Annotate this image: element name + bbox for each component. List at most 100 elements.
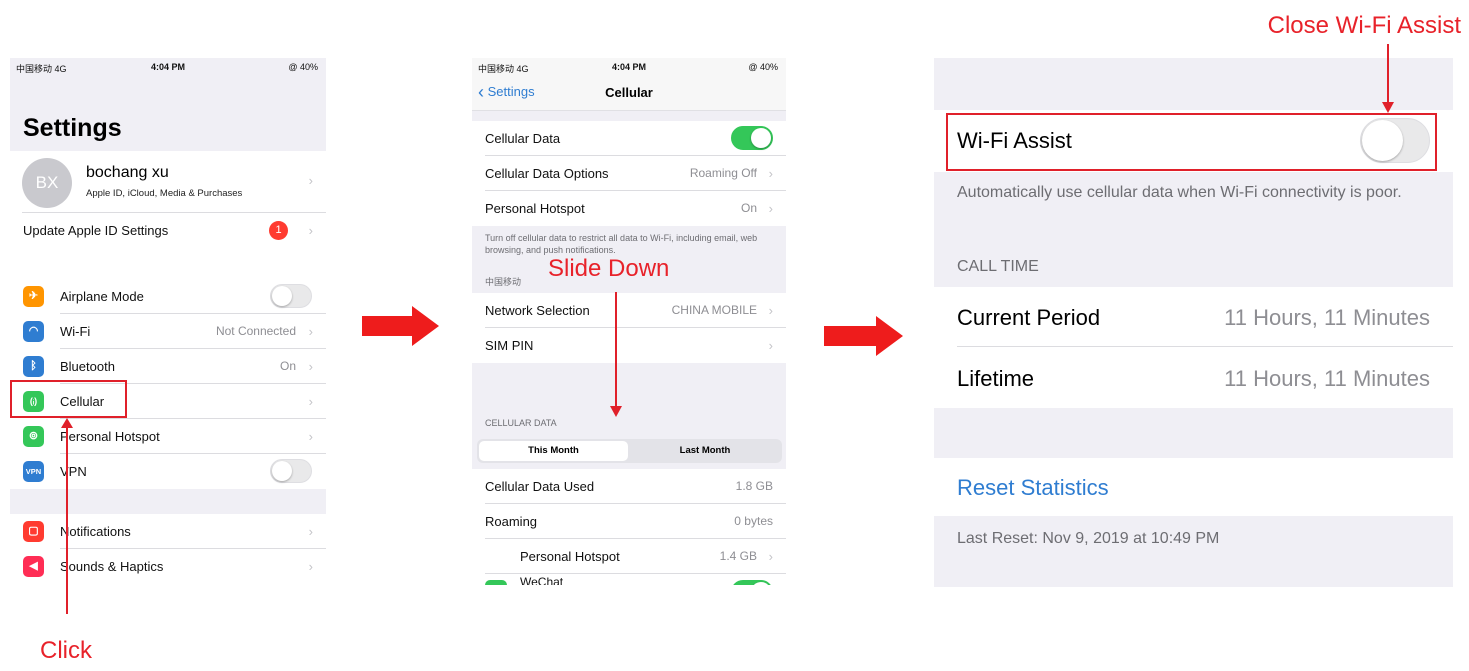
avatar: BX	[22, 158, 72, 208]
chevron-right-icon: ›	[308, 524, 313, 539]
wifi-value: Not Connected	[215, 324, 296, 338]
cellular-data-options-value: Roaming Off	[689, 166, 757, 180]
network-selection-row[interactable]: Network Selection CHINA MOBILE ›	[472, 293, 786, 328]
notifications-icon: ▢	[23, 521, 44, 542]
sidebar-item-notifications[interactable]: ▢ Notifications ›	[10, 514, 326, 549]
notifications-group: ▢ Notifications › ◀ Sounds & Haptics ›	[10, 514, 326, 585]
personal-hotspot-label: Personal Hotspot	[60, 429, 160, 444]
period-segmented-control[interactable]: This Month Last Month	[477, 439, 782, 463]
lifetime-label: Lifetime	[957, 366, 1035, 391]
wechat-row[interactable]: WeChat	[472, 574, 786, 585]
cellular-data-used-value: 1.8 GB	[735, 479, 773, 493]
chevron-right-icon: ›	[768, 166, 773, 181]
page-title: Cellular	[605, 85, 653, 100]
lifetime-row: Lifetime 11 Hours, 11 Minutes	[934, 347, 1453, 408]
chevron-right-icon: ›	[308, 429, 313, 444]
click-arrow	[66, 424, 68, 614]
arrow-right-icon	[876, 316, 903, 356]
roaming-row: Roaming 0 bytes	[472, 504, 786, 539]
segment-last-month[interactable]: Last Month	[630, 441, 780, 461]
network-selection-label: Network Selection	[485, 303, 590, 318]
reset-statistics-button[interactable]: Reset Statistics	[957, 475, 1109, 501]
chevron-right-icon: ›	[308, 559, 313, 574]
chevron-right-icon: ›	[308, 359, 313, 374]
sounds-label: Sounds & Haptics	[60, 559, 164, 574]
arrow-up-icon	[61, 418, 73, 428]
profile-row[interactable]: BX bochang xu Apple ID, iCloud, Media & …	[10, 151, 326, 213]
status-bar: 中国移动 4G 4:04 PM @ 40%	[472, 58, 786, 76]
cellular-data-group: Cellular Data Cellular Data Options Roam…	[472, 121, 786, 226]
page-title: Settings	[23, 114, 122, 142]
airplane-mode-toggle[interactable]	[270, 284, 312, 308]
arrow-right-icon	[824, 326, 878, 346]
lifetime-value: 11 Hours, 11 Minutes	[1224, 366, 1430, 391]
time-label: 4:04 PM	[150, 62, 185, 72]
sidebar-item-bluetooth[interactable]: ᛒ Bluetooth On ›	[10, 349, 326, 384]
arrow-right-icon	[362, 316, 414, 336]
chevron-right-icon: ›	[768, 549, 773, 564]
segment-this-month[interactable]: This Month	[479, 441, 628, 461]
update-apple-id-row[interactable]: Update Apple ID Settings 1 ›	[10, 213, 326, 248]
update-apple-id-label: Update Apple ID Settings	[23, 223, 169, 238]
usage-group: Cellular Data Used 1.8 GB Roaming 0 byte…	[472, 469, 786, 585]
cellular-data-used-row: Cellular Data Used 1.8 GB	[472, 469, 786, 504]
cellular-data-options-label: Cellular Data Options	[485, 166, 609, 181]
sidebar-item-sounds[interactable]: ◀ Sounds & Haptics ›	[10, 549, 326, 584]
current-period-label: Current Period	[957, 305, 1101, 330]
reset-group: Reset Statistics	[934, 458, 1453, 516]
chevron-right-icon: ›	[768, 303, 773, 318]
sidebar-item-wifi[interactable]: ◠ Wi-Fi Not Connected ›	[10, 314, 326, 349]
chevron-right-icon: ›	[308, 394, 313, 409]
click-annotation: Click	[40, 637, 92, 664]
call-time-group: Current Period 11 Hours, 11 Minutes Life…	[934, 287, 1453, 408]
cellular-data-section-header: CELLULAR DATA	[485, 418, 557, 428]
vpn-toggle[interactable]	[270, 459, 312, 483]
bluetooth-value: On	[279, 359, 296, 373]
hotspot-usage-value: 1.4 GB	[719, 549, 757, 563]
sidebar-item-personal-hotspot[interactable]: ⊚ Personal Hotspot ›	[10, 419, 326, 454]
wechat-icon	[485, 580, 507, 585]
last-reset-label: Last Reset: Nov 9, 2019 at 10:49 PM	[957, 530, 1220, 547]
sound-icon: ◀	[23, 556, 44, 577]
battery-label: @ 40%	[288, 62, 318, 72]
bluetooth-icon: ᛒ	[23, 356, 44, 377]
carrier-section-header: 中国移动	[485, 277, 522, 287]
wifi-assist-description: Automatically use cellular data when Wi-…	[957, 184, 1402, 201]
roaming-value: 0 bytes	[734, 514, 773, 528]
network-selection-value: CHINA MOBILE	[671, 303, 757, 317]
wechat-toggle[interactable]	[731, 580, 773, 585]
sidebar-item-vpn[interactable]: VPN VPN	[10, 454, 326, 489]
profile-name: bochang xu	[86, 164, 169, 181]
chevron-right-icon: ›	[308, 223, 313, 238]
cellular-data-row[interactable]: Cellular Data	[472, 121, 786, 156]
slide-down-arrow	[615, 292, 617, 408]
bluetooth-label: Bluetooth	[60, 359, 115, 374]
profile-subtitle: Apple ID, iCloud, Media & Purchases	[86, 188, 243, 199]
roaming-label: Roaming	[485, 514, 538, 529]
wifi-icon: ◠	[23, 321, 44, 342]
cellular-data-toggle[interactable]	[731, 126, 773, 150]
cellular-data-options-row[interactable]: Cellular Data Options Roaming Off ›	[472, 156, 786, 191]
close-wifi-assist-annotation: Close Wi-Fi Assist	[1267, 12, 1461, 39]
hotspot-icon: ⊚	[23, 426, 44, 447]
cellular-footnote: Turn off cellular data to restrict all d…	[485, 233, 758, 255]
personal-hotspot-row[interactable]: Personal Hotspot On ›	[472, 191, 786, 226]
notifications-label: Notifications	[60, 524, 131, 539]
chevron-right-icon: ›	[768, 201, 773, 216]
sim-pin-label: SIM PIN	[485, 338, 534, 353]
profile-group: BX bochang xu Apple ID, iCloud, Media & …	[10, 151, 326, 291]
chevron-right-icon: ›	[308, 173, 313, 188]
wifi-assist-highlight-box	[946, 113, 1437, 171]
cellular-screen: 中国移动 4G 4:04 PM @ 40% ‹ Settings Cellula…	[472, 58, 786, 585]
vpn-label: VPN	[60, 464, 87, 479]
sim-pin-row[interactable]: SIM PIN ›	[472, 328, 786, 363]
call-time-section-header: CALL TIME	[957, 258, 1039, 275]
nav-bar: ‹ Settings Cellular	[472, 76, 786, 111]
cellular-data-used-label: Cellular Data Used	[485, 479, 595, 494]
cellular-data-label: Cellular Data	[485, 131, 561, 146]
notification-badge: 1	[269, 221, 288, 240]
sidebar-item-airplane-mode[interactable]: ✈ Airplane Mode	[10, 279, 326, 314]
chevron-right-icon: ›	[768, 338, 773, 353]
personal-hotspot-label: Personal Hotspot	[485, 201, 585, 216]
wechat-label: WeChat	[520, 575, 564, 585]
